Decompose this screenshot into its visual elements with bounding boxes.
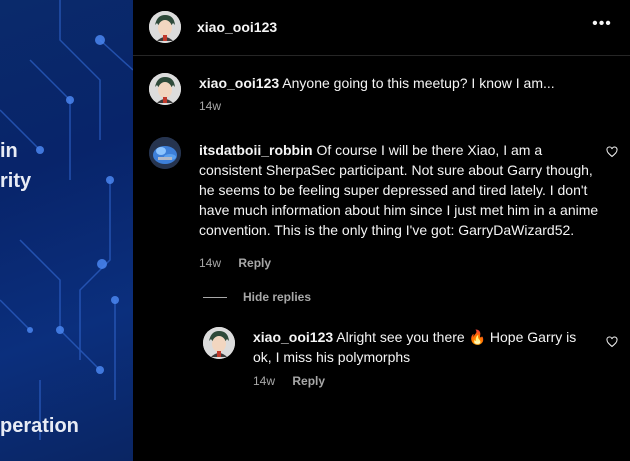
circuit-pattern bbox=[0, 0, 133, 440]
comment-time[interactable]: 14w bbox=[253, 374, 275, 388]
comment-body: Alright see you there bbox=[336, 329, 465, 345]
comment: xiao_ooi123 Anyone going to this meetup?… bbox=[199, 73, 609, 93]
comment-meta: 14w bbox=[199, 99, 235, 113]
reply-button[interactable]: Reply bbox=[238, 256, 271, 270]
avatar[interactable] bbox=[149, 11, 181, 43]
divider-line bbox=[203, 296, 227, 298]
reply-comment: xiao_ooi123 Alright see you there 🔥 Hope… bbox=[253, 327, 583, 367]
image-text-line-3: peration bbox=[0, 415, 79, 437]
like-heart-icon[interactable] bbox=[606, 146, 618, 158]
comment-meta: 14w Reply bbox=[253, 374, 339, 388]
anime-avatar-icon bbox=[149, 11, 181, 43]
like-heart-icon[interactable] bbox=[606, 336, 618, 348]
comment-body: Anyone going to this meetup? I know I am… bbox=[282, 75, 555, 91]
anime-avatar-icon bbox=[203, 327, 235, 359]
more-options-icon[interactable]: ••• bbox=[592, 16, 612, 33]
avatar[interactable] bbox=[203, 327, 235, 359]
avatar[interactable] bbox=[149, 73, 181, 105]
comment-username[interactable]: xiao_ooi123 bbox=[199, 75, 279, 91]
reply-button[interactable]: Reply bbox=[292, 374, 325, 388]
image-text-line-1: in bbox=[0, 140, 18, 162]
hide-replies-button[interactable]: Hide replies bbox=[203, 290, 311, 304]
anime-avatar-icon bbox=[149, 73, 181, 105]
post-image-panel: in rity peration bbox=[0, 0, 133, 461]
comment-username[interactable]: xiao_ooi123 bbox=[253, 329, 333, 345]
avatar[interactable] bbox=[149, 137, 181, 169]
comment-time[interactable]: 14w bbox=[199, 256, 221, 270]
comment-username[interactable]: itsdatboii_robbin bbox=[199, 142, 313, 158]
comment: itsdatboii_robbin Of course I will be th… bbox=[199, 140, 599, 240]
fire-emoji-icon: 🔥 bbox=[468, 329, 487, 345]
header-username[interactable]: xiao_ooi123 bbox=[197, 19, 277, 35]
hide-replies-label: Hide replies bbox=[243, 290, 312, 304]
comment-time[interactable]: 14w bbox=[199, 99, 221, 113]
image-text-line-2: rity bbox=[0, 170, 32, 192]
post-header: xiao_ooi123 ••• bbox=[133, 0, 630, 56]
comment-meta: 14w Reply bbox=[199, 256, 285, 270]
comments-panel: xiao_ooi123 ••• xiao_ooi123 Anyone going… bbox=[133, 0, 630, 461]
robot-avatar-icon bbox=[149, 137, 181, 169]
